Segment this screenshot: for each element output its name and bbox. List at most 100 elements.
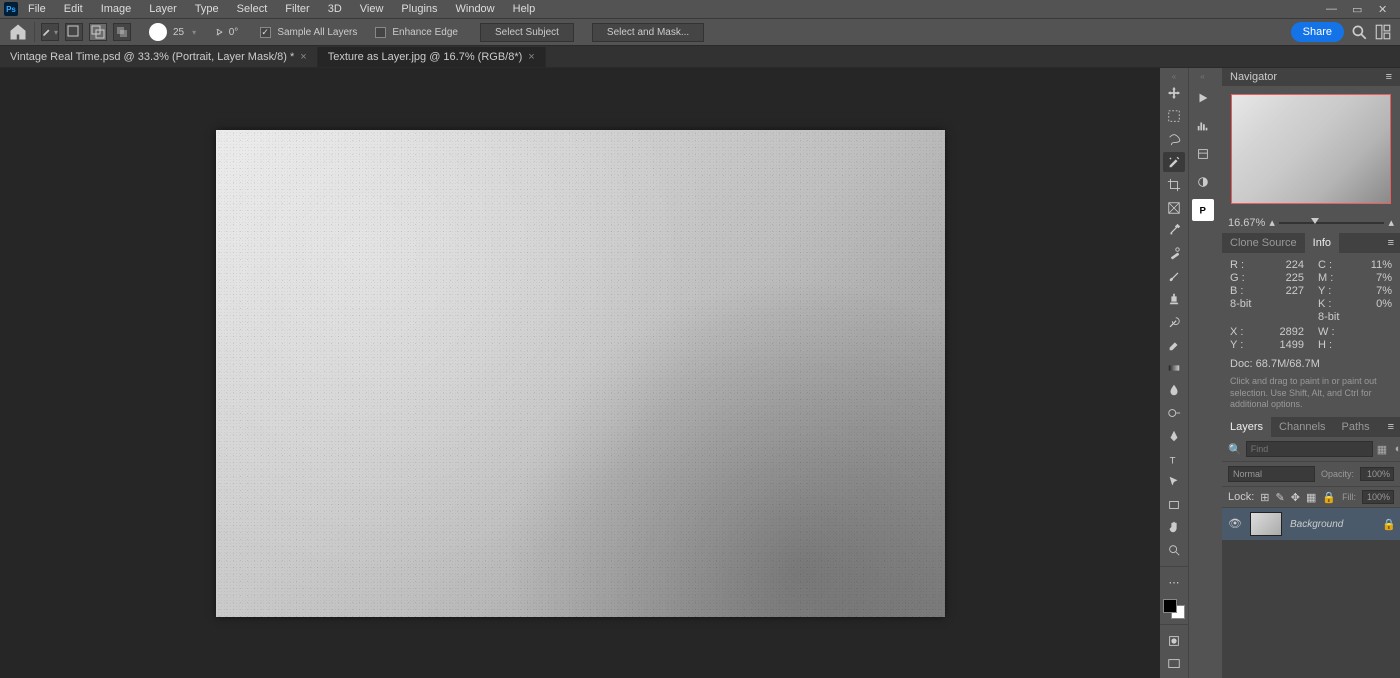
libraries-panel-icon[interactable]: P (1192, 199, 1214, 221)
search-icon[interactable]: 🔍 (1228, 443, 1242, 456)
intersect-selection-icon[interactable] (113, 23, 131, 41)
visibility-toggle-icon[interactable]: 👁 (1228, 517, 1242, 531)
tab-layers[interactable]: Layers (1222, 417, 1271, 437)
brush-preview[interactable] (149, 23, 167, 41)
menu-image[interactable]: Image (93, 1, 140, 17)
zoom-slider[interactable] (1279, 222, 1385, 224)
layer-filter-input[interactable] (1246, 441, 1373, 457)
document-tab[interactable]: Vintage Real Time.psd @ 33.3% (Portrait,… (0, 47, 318, 67)
lock-nest-icon[interactable]: ▦ (1306, 491, 1316, 504)
zoom-value[interactable]: 16.67% (1228, 217, 1265, 229)
document-tab[interactable]: Texture as Layer.jpg @ 16.7% (RGB/8*)× (318, 47, 546, 67)
rectangle-tool-icon[interactable] (1163, 494, 1185, 515)
lock-pixel-icon[interactable]: ✎ (1276, 491, 1285, 504)
minimize-icon[interactable]: — (1326, 3, 1338, 15)
menu-file[interactable]: File (20, 1, 54, 17)
canvas-area[interactable] (0, 68, 1160, 678)
options-bar: ▾ 25▾ ⦠ 0° Sample All Layers Enhance Edg… (0, 18, 1400, 46)
gradient-tool-icon[interactable] (1163, 357, 1185, 378)
close-icon[interactable]: ✕ (1378, 3, 1390, 15)
sample-all-layers-checkbox[interactable] (260, 27, 271, 38)
blend-mode-dropdown[interactable]: Normal (1228, 466, 1315, 482)
layers-panel-tabs: Layers Channels Paths ≡ (1222, 417, 1400, 437)
tab-clone-source[interactable]: Clone Source (1222, 233, 1305, 253)
menu-filter[interactable]: Filter (277, 1, 317, 17)
filter-adjust-icon[interactable]: ◐ (1395, 443, 1400, 456)
adjustments-panel-icon[interactable] (1192, 171, 1214, 193)
search-icon[interactable] (1350, 23, 1368, 41)
history-brush-tool-icon[interactable] (1163, 311, 1185, 332)
lock-pos-icon[interactable]: ✥ (1291, 491, 1300, 504)
eyedropper-tool-icon[interactable] (1163, 220, 1185, 241)
share-button[interactable]: Share (1291, 22, 1344, 42)
layer-row[interactable]: 👁 Background 🔒 (1222, 508, 1400, 540)
move-tool-icon[interactable] (1163, 83, 1185, 104)
histogram-panel-icon[interactable] (1192, 115, 1214, 137)
layer-thumbnail[interactable] (1250, 512, 1282, 536)
panel-menu-icon[interactable]: ≡ (1386, 71, 1392, 83)
type-tool-icon[interactable]: T (1163, 449, 1185, 470)
dodge-tool-icon[interactable] (1163, 403, 1185, 424)
lasso-tool-icon[interactable] (1163, 129, 1185, 150)
properties-panel-icon[interactable] (1192, 143, 1214, 165)
info-rgb-bit: 8-bit (1230, 298, 1251, 310)
tab-channels[interactable]: Channels (1271, 417, 1333, 437)
tab-close-icon[interactable]: × (528, 51, 534, 63)
edit-toolbar-icon[interactable]: ⋯ (1163, 572, 1185, 593)
color-swatches[interactable] (1163, 599, 1185, 620)
quick-selection-tool-icon[interactable] (1163, 152, 1185, 173)
menu-edit[interactable]: Edit (56, 1, 91, 17)
tool-preset-picker[interactable]: ▾ (41, 23, 59, 41)
select-and-mask-button[interactable]: Select and Mask... (592, 23, 704, 42)
menu-help[interactable]: Help (505, 1, 544, 17)
panel-menu-icon[interactable]: ≡ (1382, 233, 1400, 253)
hand-tool-icon[interactable] (1163, 517, 1185, 538)
menu-layer[interactable]: Layer (141, 1, 185, 17)
screen-mode-icon[interactable] (1163, 653, 1185, 674)
zoom-tool-icon[interactable] (1163, 540, 1185, 561)
tab-paths[interactable]: Paths (1334, 417, 1378, 437)
eraser-tool-icon[interactable] (1163, 334, 1185, 355)
opacity-value[interactable]: 100% (1360, 467, 1394, 481)
layer-name[interactable]: Background (1290, 519, 1343, 530)
blur-tool-icon[interactable] (1163, 380, 1185, 401)
canvas[interactable] (216, 130, 945, 617)
tab-info[interactable]: Info (1305, 233, 1339, 253)
foreground-color-swatch[interactable] (1163, 599, 1177, 613)
menu-type[interactable]: Type (187, 1, 227, 17)
menu-view[interactable]: View (352, 1, 392, 17)
actions-panel-icon[interactable] (1192, 87, 1214, 109)
workspace-icon[interactable] (1374, 23, 1392, 41)
brush-tool-icon[interactable] (1163, 266, 1185, 287)
tab-close-icon[interactable]: × (300, 51, 306, 63)
frame-tool-icon[interactable] (1163, 197, 1185, 218)
add-selection-icon[interactable] (65, 23, 83, 41)
home-icon[interactable] (8, 22, 28, 42)
crop-tool-icon[interactable] (1163, 174, 1185, 195)
zoom-out-icon[interactable]: ▴ (1269, 216, 1275, 229)
layer-lock-icon[interactable]: 🔒 (1382, 518, 1394, 530)
healing-brush-tool-icon[interactable] (1163, 243, 1185, 264)
menu-window[interactable]: Window (448, 1, 503, 17)
menu-plugins[interactable]: Plugins (393, 1, 445, 17)
enhance-edge-checkbox[interactable] (375, 27, 386, 38)
select-subject-button[interactable]: Select Subject (480, 23, 574, 42)
maximize-icon[interactable]: ▭ (1352, 3, 1364, 15)
lock-all-icon[interactable]: 🔒 (1322, 491, 1336, 504)
fill-value[interactable]: 100% (1362, 490, 1394, 504)
sample-all-layers-label: Sample All Layers (277, 27, 357, 38)
filter-pixel-icon[interactable]: ▦ (1377, 443, 1390, 456)
angle-value[interactable]: 0° (229, 27, 239, 38)
clone-stamp-tool-icon[interactable] (1163, 289, 1185, 310)
path-selection-tool-icon[interactable] (1163, 471, 1185, 492)
navigator-thumbnail[interactable] (1231, 94, 1391, 204)
menu-3d[interactable]: 3D (320, 1, 350, 17)
marquee-tool-icon[interactable] (1163, 106, 1185, 127)
pen-tool-icon[interactable] (1163, 426, 1185, 447)
subtract-selection-icon[interactable] (89, 23, 107, 41)
lock-trans-icon[interactable]: ⊞ (1260, 491, 1269, 504)
menu-select[interactable]: Select (229, 1, 276, 17)
quick-mask-icon[interactable] (1163, 630, 1185, 651)
panel-menu-icon[interactable]: ≡ (1382, 417, 1400, 437)
zoom-in-icon[interactable]: ▴ (1388, 216, 1394, 229)
